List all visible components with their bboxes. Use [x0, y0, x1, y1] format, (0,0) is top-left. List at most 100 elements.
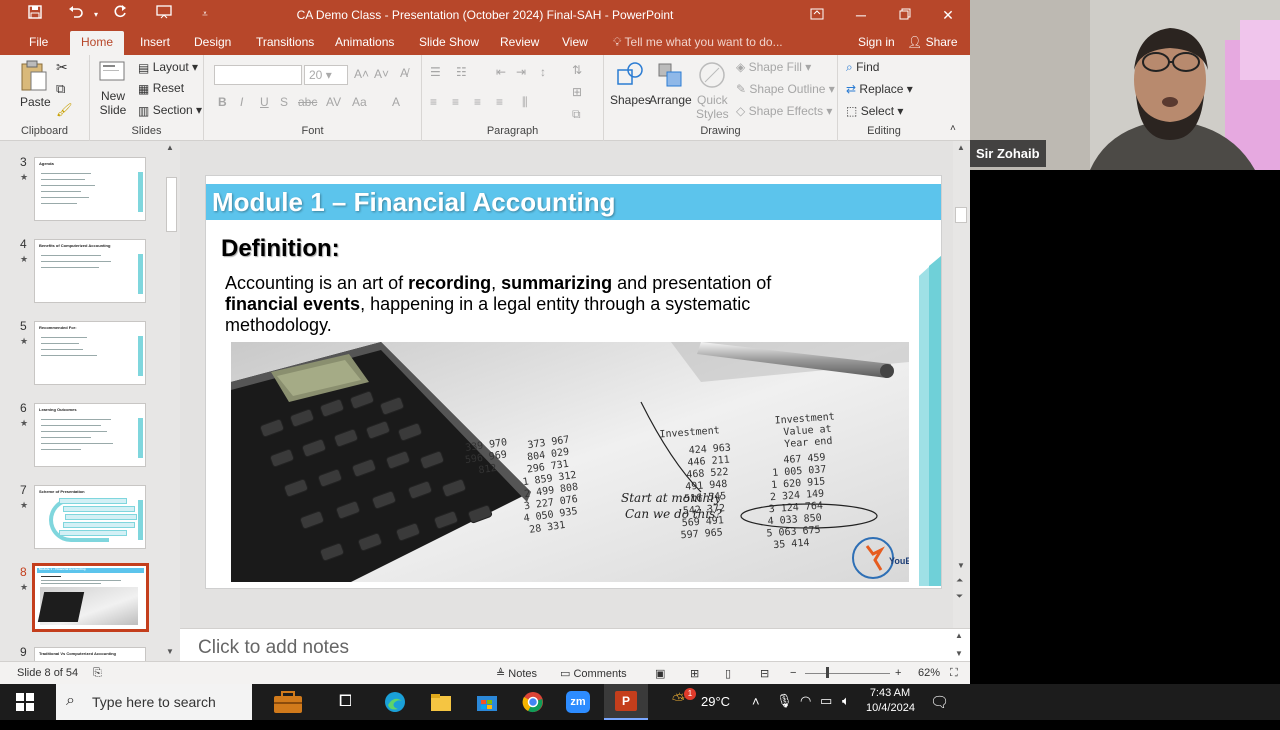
normal-view-icon[interactable]: ▣ [655, 667, 665, 680]
redo-icon[interactable] [108, 5, 132, 25]
reset-button[interactable]: ▦ Reset [138, 81, 184, 96]
slide-thumbnail-3[interactable]: Agenda [34, 157, 146, 221]
font-size-input[interactable]: 20 ▾ [304, 65, 348, 85]
section-button[interactable]: ▥ Section ▾ [138, 103, 202, 118]
microphone-icon[interactable]: 🎙︎ [776, 693, 793, 729]
slide-thumbnail-9[interactable]: Traditional Vs Computerized Accounting [34, 647, 146, 661]
increase-indent-icon[interactable]: ⇥ [516, 65, 526, 79]
character-spacing-icon[interactable]: AV [326, 95, 341, 109]
zoom-slider-thumb[interactable] [826, 667, 829, 678]
zoom-out-icon[interactable]: − [790, 667, 796, 679]
zoom-level[interactable]: 62% [918, 667, 940, 679]
task-view-icon[interactable]: ⧠ [339, 693, 352, 729]
quick-styles-button[interactable]: Quick Styles [696, 60, 729, 121]
fit-to-window-icon[interactable]: ⛶ [950, 667, 958, 680]
reading-view-icon[interactable]: ▯ [725, 667, 731, 680]
copy-icon[interactable]: ⧉ [56, 81, 65, 97]
volume-icon[interactable]: 🔈︎ [842, 693, 850, 729]
align-text-icon[interactable]: ⊞ [572, 85, 582, 99]
align-left-icon[interactable]: ≡ [430, 95, 437, 109]
taskbar-search-box[interactable]: ⌕ Type here to search [56, 684, 252, 720]
undo-dropdown-icon[interactable]: ▾ [84, 5, 108, 25]
find-button[interactable]: ⌕ Find [846, 60, 879, 75]
font-color-icon[interactable]: A [392, 95, 400, 109]
start-from-beginning-icon[interactable] [152, 5, 176, 25]
change-case-icon[interactable]: Aa [352, 95, 367, 109]
slide-thumbnail-4[interactable]: Benefits of Computerized Accounting [34, 239, 146, 303]
slide-thumbnail-8-selected[interactable]: Module 1 – Financial Accounting ➚ [32, 563, 149, 632]
zoom-in-icon[interactable]: + [895, 667, 901, 679]
battery-icon[interactable]: ▭ [820, 693, 832, 729]
underline-icon[interactable]: U [260, 95, 269, 109]
notes-scroll-down-icon[interactable]: ▼ [955, 649, 963, 658]
previous-slide-icon[interactable]: ⏶ [956, 575, 963, 586]
thumbnails-scroll-thumb[interactable] [166, 177, 177, 232]
tab-review[interactable]: Review [499, 31, 540, 55]
slide-title[interactable]: Module 1 – Financial Accounting [212, 187, 616, 218]
share-button[interactable]: 👤︎ Share [906, 31, 959, 55]
notes-placeholder[interactable]: Click to add notes [198, 637, 349, 659]
new-slide-button[interactable]: New Slide [98, 60, 128, 117]
shape-effects-button[interactable]: ◇ Shape Effects ▾ [736, 104, 832, 118]
spelling-icon[interactable]: ⎘ [93, 667, 102, 680]
comments-toggle[interactable]: ▭ Comments [560, 667, 627, 680]
italic-icon[interactable]: I [240, 95, 243, 109]
zoom-app-icon[interactable]: zm [566, 691, 590, 713]
bold-icon[interactable]: B [218, 95, 227, 109]
temperature[interactable]: 29°C [701, 694, 730, 730]
notes-scroll-up-icon[interactable]: ▲ [955, 631, 963, 640]
format-painter-icon[interactable]: 🖌︎ [56, 102, 73, 118]
slideshow-view-icon[interactable]: ⊟ [760, 667, 769, 680]
edge-browser-icon[interactable] [384, 691, 406, 727]
toolbox-app-icon[interactable] [273, 690, 303, 726]
file-explorer-icon[interactable] [430, 692, 452, 728]
layout-button[interactable]: ▤ Layout ▾ [138, 60, 198, 75]
shape-fill-button[interactable]: ◈ Shape Fill ▾ [736, 60, 811, 74]
tab-transitions[interactable]: Transitions [255, 31, 315, 55]
scroll-down-icon[interactable]: ▼ [166, 647, 174, 656]
windows-start-icon[interactable] [16, 693, 34, 729]
collapse-ribbon-icon[interactable]: ˄ [950, 123, 956, 134]
definition-paragraph[interactable]: Accounting is an art of recording, summa… [225, 273, 835, 336]
align-center-icon[interactable]: ≡ [452, 95, 459, 109]
tab-view[interactable]: View [561, 31, 589, 55]
customize-quick-access-icon[interactable]: ⩡ [193, 5, 217, 25]
editor-scroll-thumb[interactable] [955, 207, 967, 223]
slide-thumbnail-5[interactable]: Recommended For: [34, 321, 146, 385]
definition-heading[interactable]: Definition: [221, 235, 340, 263]
smartart-icon[interactable]: ⧉ [572, 107, 581, 122]
network-icon[interactable]: ◠ [800, 693, 811, 729]
tab-insert[interactable]: Insert [139, 31, 171, 55]
clock[interactable]: 7:43 AM 10/4/2024 [866, 687, 915, 723]
show-hidden-icons-chevron-icon[interactable]: ˄ [752, 694, 760, 730]
tab-file[interactable]: File [28, 31, 49, 55]
replace-button[interactable]: ⇄ Replace ▾ [846, 82, 913, 96]
numbering-icon[interactable]: ☷ [456, 65, 467, 79]
restore-icon[interactable] [883, 0, 927, 31]
justify-icon[interactable]: ≡ [496, 95, 503, 109]
strikethrough-icon[interactable]: abc [298, 95, 317, 109]
slide-thumbnail-6[interactable]: Learning Outcomes [34, 403, 146, 467]
microsoft-store-icon[interactable] [476, 692, 498, 728]
sign-in-link[interactable]: Sign in [857, 31, 896, 55]
powerpoint-taskbar-button[interactable]: P [604, 684, 648, 720]
editor-scrollbar[interactable]: ▲ ▼ ⏶ ⏷ [953, 141, 970, 628]
align-right-icon[interactable]: ≡ [474, 95, 481, 109]
notes-toggle[interactable]: ≜ Notes [496, 667, 537, 680]
font-name-input[interactable] [214, 65, 302, 85]
tab-home[interactable]: Home [70, 31, 125, 55]
decrease-font-icon[interactable]: A˅ [374, 67, 389, 81]
shadow-icon[interactable]: S [280, 95, 288, 109]
bullets-icon[interactable]: ☰ [430, 65, 441, 79]
paste-button[interactable]: Paste [20, 60, 51, 109]
columns-icon[interactable]: ⫼ [522, 95, 528, 110]
minimize-icon[interactable]: ─ [839, 0, 883, 31]
text-direction-icon[interactable]: ⇅ [572, 63, 582, 77]
zoom-slider[interactable] [805, 673, 890, 674]
select-button[interactable]: ⬚ Select ▾ [846, 104, 903, 118]
decrease-indent-icon[interactable]: ⇤ [496, 65, 506, 79]
clear-formatting-icon[interactable]: A̸ [400, 66, 408, 80]
tell-me-box[interactable]: 💡︎ Tell me what you want to do... [612, 31, 784, 55]
current-slide[interactable]: Module 1 – Financial Accounting Definiti… [205, 175, 942, 589]
tab-slide-show[interactable]: Slide Show [418, 31, 480, 55]
